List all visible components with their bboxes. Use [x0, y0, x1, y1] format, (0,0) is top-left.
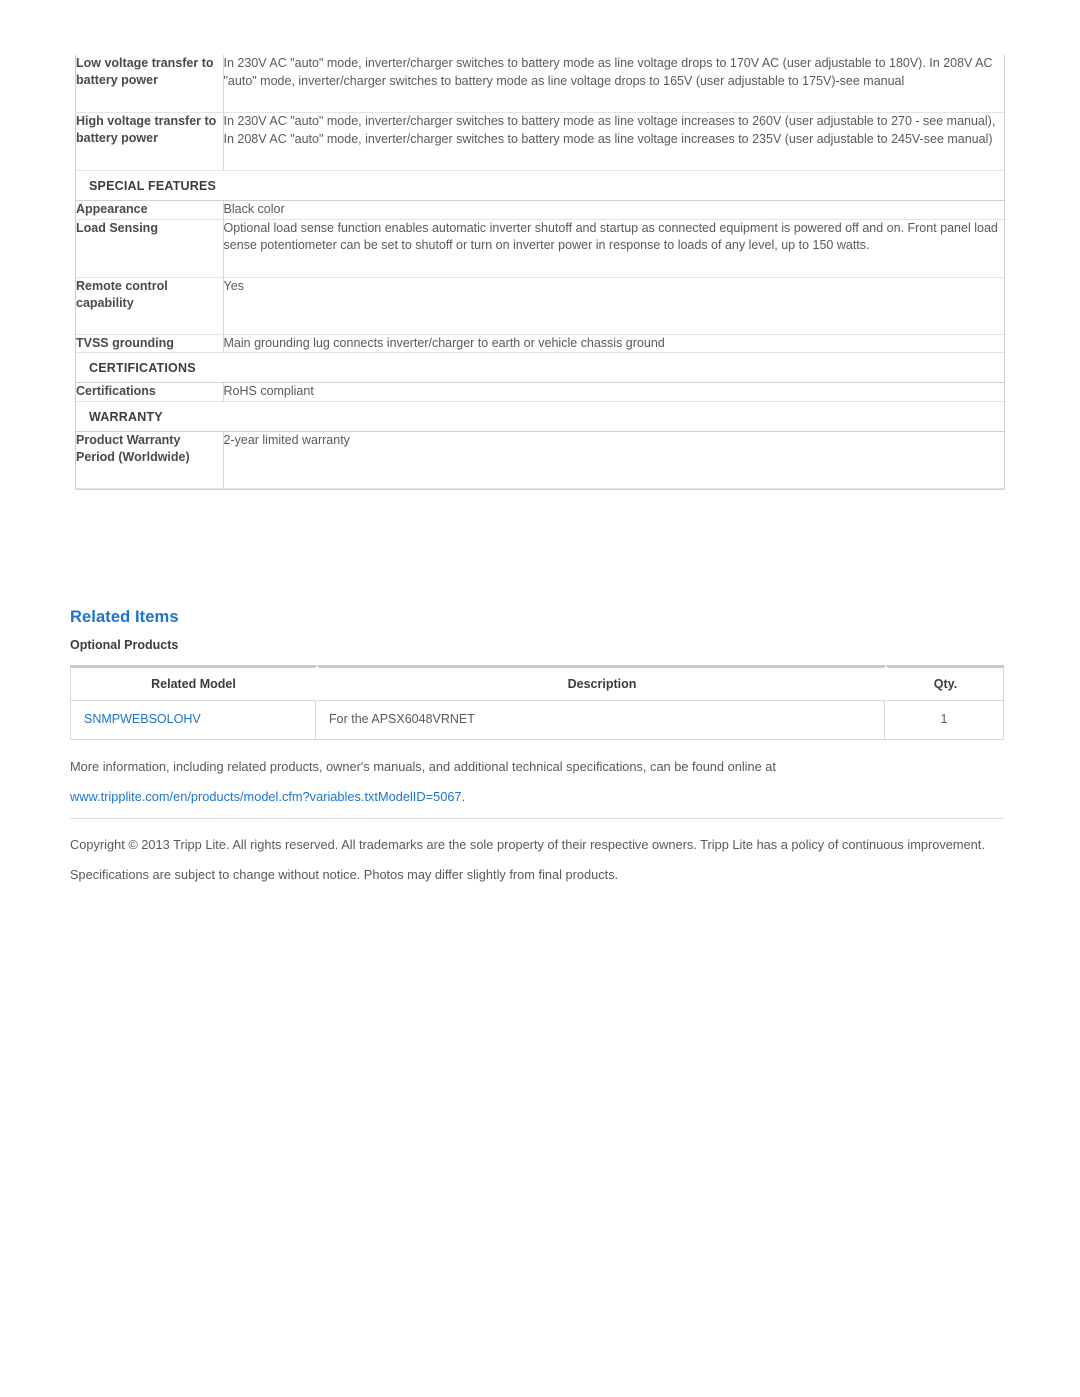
spec-label: Low voltage transfer to battery power — [76, 55, 224, 113]
spec-value: 2-year limited warranty — [223, 431, 1004, 489]
document-page: Low voltage transfer to battery power In… — [0, 0, 1080, 1397]
column-header-description: Description — [316, 665, 885, 701]
copyright-text: Copyright © 2013 Tripp Lite. All rights … — [70, 837, 985, 882]
section-header-label: CERTIFICATIONS — [76, 352, 1004, 383]
related-items-table-head: Related Model Description Qty. — [70, 665, 1004, 701]
section-header-special-features: SPECIAL FEATURES — [76, 170, 1004, 201]
specifications-table-container: Low voltage transfer to battery power In… — [75, 55, 1005, 490]
related-items-table-body: SNMPWEBSOLOHV For the APSX6048VRNET 1 — [70, 701, 1004, 740]
optional-products-subheading: Optional Products — [70, 638, 179, 652]
column-header-qty: Qty. — [885, 665, 1004, 701]
product-url-link[interactable]: www.tripplite.com/en/products/model.cfm?… — [70, 789, 462, 804]
table-row: SNMPWEBSOLOHV For the APSX6048VRNET 1 — [70, 701, 1004, 740]
spec-label: Remote control capability — [76, 277, 224, 335]
table-row: Appearance Black color — [76, 200, 1004, 220]
related-model-link[interactable]: SNMPWEBSOLOHV — [84, 712, 201, 726]
related-qty-cell: 1 — [885, 701, 1004, 740]
table-row: Remote control capability Yes — [76, 277, 1004, 335]
spec-value: Optional load sense function enables aut… — [223, 219, 1004, 278]
footer-divider — [70, 818, 1004, 819]
spec-label: Certifications — [76, 382, 224, 402]
more-information-text: More information, including related prod… — [70, 752, 1000, 812]
more-information-sentence: More information, including related prod… — [70, 759, 776, 774]
table-header-row: Related Model Description Qty. — [70, 665, 1004, 701]
related-description-cell: For the APSX6048VRNET — [316, 701, 885, 740]
section-header-warranty: WARRANTY — [76, 401, 1004, 432]
spec-label: Product Warranty Period (Worldwide) — [76, 431, 224, 489]
spec-value: RoHS compliant — [223, 382, 1004, 402]
spec-value: Main grounding lug connects inverter/cha… — [223, 334, 1004, 353]
related-items-table: Related Model Description Qty. SNMPWEBSO… — [70, 665, 1004, 740]
table-row: Certifications RoHS compliant — [76, 382, 1004, 402]
related-items-table-container: Related Model Description Qty. SNMPWEBSO… — [70, 665, 1004, 740]
table-row: High voltage transfer to battery power I… — [76, 112, 1004, 171]
table-row: Product Warranty Period (Worldwide) 2-ye… — [76, 431, 1004, 489]
spec-value: Black color — [223, 200, 1004, 220]
table-row: Load Sensing Optional load sense functio… — [76, 219, 1004, 278]
column-header-related-model: Related Model — [70, 665, 316, 701]
spec-value: In 230V AC "auto" mode, inverter/charger… — [223, 55, 1004, 113]
section-header-label: SPECIAL FEATURES — [76, 170, 1004, 201]
spec-label: Load Sensing — [76, 219, 224, 278]
specifications-table: Low voltage transfer to battery power In… — [76, 55, 1004, 489]
section-header-certifications: CERTIFICATIONS — [76, 352, 1004, 383]
table-row: TVSS grounding Main grounding lug connec… — [76, 334, 1004, 353]
table-row: Low voltage transfer to battery power In… — [76, 55, 1004, 113]
spec-label: Appearance — [76, 200, 224, 220]
spec-value: In 230V AC "auto" mode, inverter/charger… — [223, 112, 1004, 171]
related-model-cell: SNMPWEBSOLOHV — [70, 701, 316, 740]
spec-value: Yes — [223, 277, 1004, 335]
spec-label: High voltage transfer to battery power — [76, 112, 224, 171]
spec-label: TVSS grounding — [76, 334, 224, 353]
section-header-label: WARRANTY — [76, 401, 1004, 432]
specifications-table-body: Low voltage transfer to battery power In… — [76, 55, 1004, 489]
url-trailing-period: . — [461, 789, 466, 804]
related-items-heading: Related Items — [70, 608, 179, 626]
